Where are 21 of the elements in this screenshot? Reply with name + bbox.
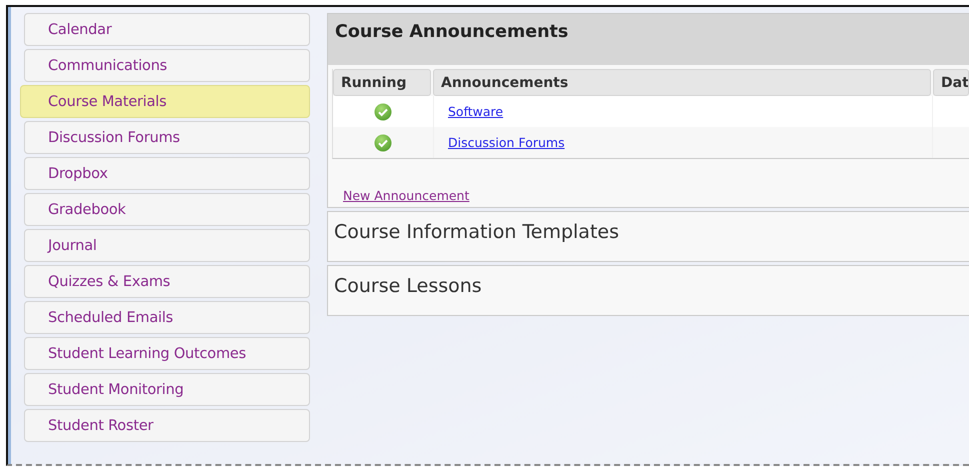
sidebar-item[interactable]: Scheduled Emails [24, 301, 310, 334]
announcement-link[interactable]: Discussion Forums [448, 135, 565, 150]
sidebar-item[interactable]: Gradebook [24, 193, 310, 226]
sidebar-item[interactable]: Discussion Forums [24, 121, 310, 154]
sidebar-item[interactable]: Quizzes & Exams [24, 265, 310, 298]
sidebar-item[interactable]: Calendar [24, 13, 310, 46]
panel-title: Course Announcements [328, 14, 969, 65]
sidebar-item[interactable]: Student Monitoring [24, 373, 310, 406]
section-header[interactable]: Course Information Templates [327, 211, 969, 262]
sidebar-item[interactable]: Communications [24, 49, 310, 82]
new-announcement-link[interactable]: New Announcement [343, 188, 470, 203]
announcement-link[interactable]: Software [448, 104, 504, 119]
sidebar-item[interactable]: Student Roster [24, 409, 310, 442]
sidebar-item[interactable]: Journal [24, 229, 310, 262]
section-header[interactable]: Course Lessons [327, 265, 969, 316]
column-header: Running [333, 69, 431, 96]
sidebar-item[interactable]: Student Learning Outcomes [24, 337, 310, 370]
sidebar-item[interactable]: Course Materials [20, 85, 310, 118]
sidebar-item[interactable]: Dropbox [24, 157, 310, 190]
column-header: Announcements [433, 69, 931, 96]
column-header: Dat [933, 69, 969, 96]
